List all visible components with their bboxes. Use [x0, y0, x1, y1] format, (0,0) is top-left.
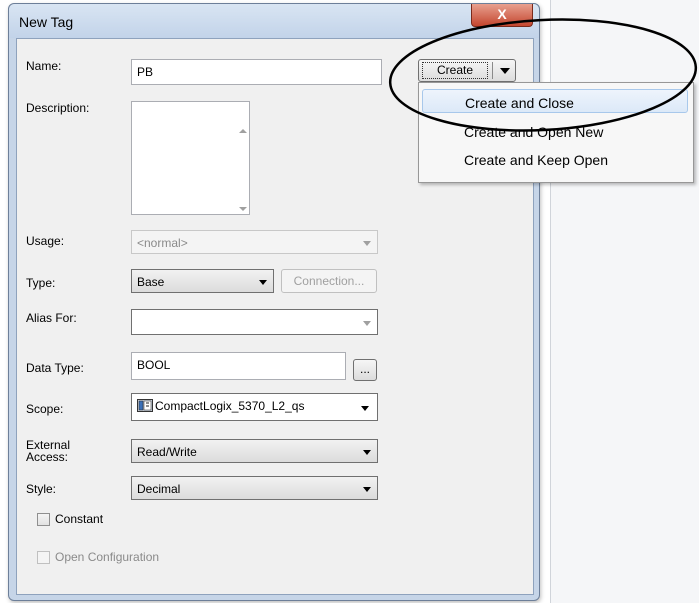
chevron-down-icon: [361, 406, 369, 411]
type-combo[interactable]: Base: [131, 269, 274, 293]
chevron-down-icon: [363, 321, 371, 326]
alias-for-label: Alias For:: [26, 311, 77, 325]
alias-for-combo[interactable]: [131, 309, 378, 335]
usage-label: Usage:: [26, 234, 65, 248]
style-combo[interactable]: Decimal: [131, 476, 378, 500]
constant-label: Constant: [55, 512, 104, 526]
browse-data-type-button[interactable]: ...: [353, 359, 377, 381]
style-label: Style:: [26, 482, 57, 496]
external-access-combo[interactable]: Read/Write: [131, 439, 378, 463]
data-type-label: Data Type:: [26, 361, 84, 375]
chevron-down-icon: [363, 450, 371, 455]
dialog-title: New Tag: [19, 14, 74, 30]
description-label: Description:: [26, 101, 90, 115]
description-textarea[interactable]: [131, 101, 250, 215]
usage-combo[interactable]: <normal>: [131, 230, 378, 254]
style-value: Decimal: [137, 482, 181, 496]
scope-value: CompactLogix_5370_L2_qs: [155, 399, 305, 414]
usage-value: <normal>: [137, 236, 188, 250]
scroll-down-icon: [239, 207, 247, 211]
scope-combo[interactable]: CompactLogix_5370_L2_qs: [131, 393, 378, 421]
type-label: Type:: [26, 276, 56, 290]
type-value: Base: [137, 275, 165, 289]
data-type-field[interactable]: BOOL: [131, 352, 346, 380]
controller-icon: [137, 399, 153, 415]
constant-checkbox[interactable]: [37, 513, 50, 526]
open-configuration-label: Open Configuration: [55, 550, 160, 564]
external-access-label-line2: Access:: [26, 450, 69, 464]
open-configuration-checkbox[interactable]: [37, 551, 50, 564]
chevron-down-icon: [363, 241, 371, 246]
menu-item-create-and-keep-open[interactable]: Create and Keep Open: [422, 147, 688, 171]
annotation-ellipse: [388, 18, 698, 132]
scope-label: Scope:: [26, 402, 64, 416]
external-access-value: Read/Write: [137, 445, 197, 459]
external-access-label: External Access:: [26, 439, 70, 463]
scroll-up-icon: [239, 129, 247, 133]
chevron-down-icon: [363, 487, 371, 492]
name-label: Name:: [26, 59, 62, 73]
chevron-down-icon: [259, 280, 267, 285]
connection-button[interactable]: Connection...: [281, 269, 377, 293]
name-field[interactable]: PB: [131, 59, 382, 85]
